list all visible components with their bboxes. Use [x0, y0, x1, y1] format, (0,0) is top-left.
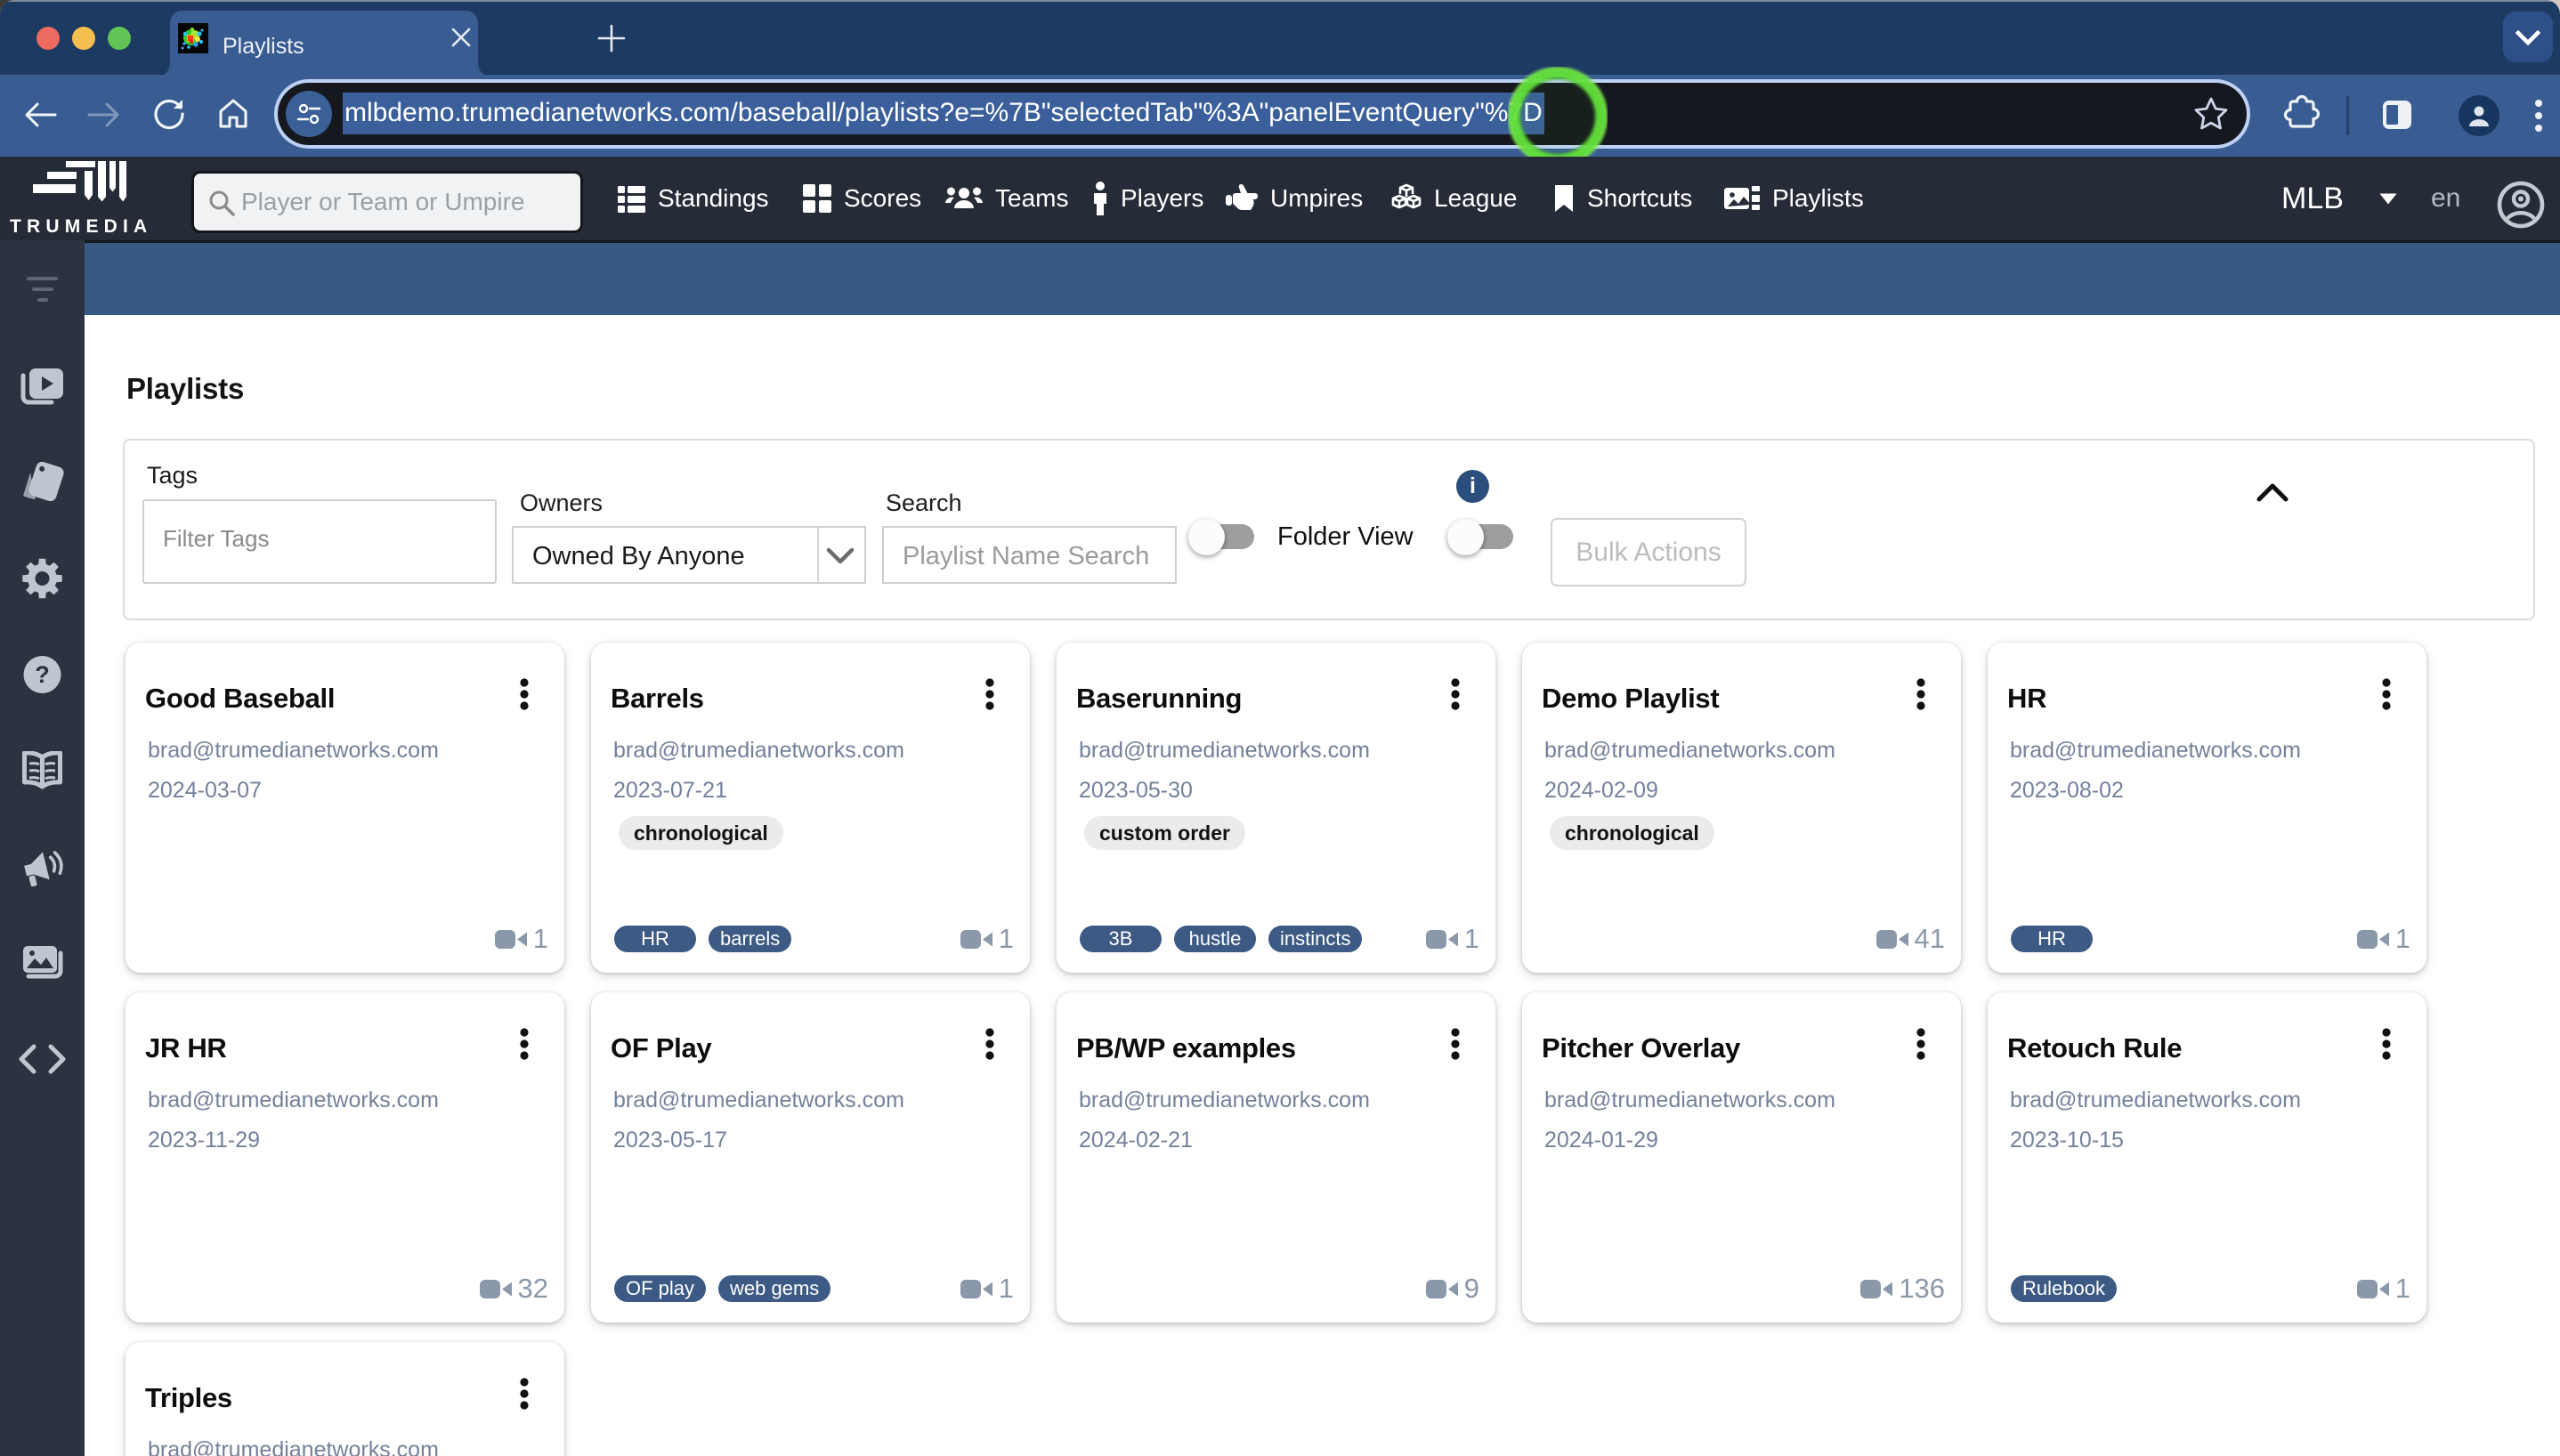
svg-text:?: ? [35, 661, 50, 688]
